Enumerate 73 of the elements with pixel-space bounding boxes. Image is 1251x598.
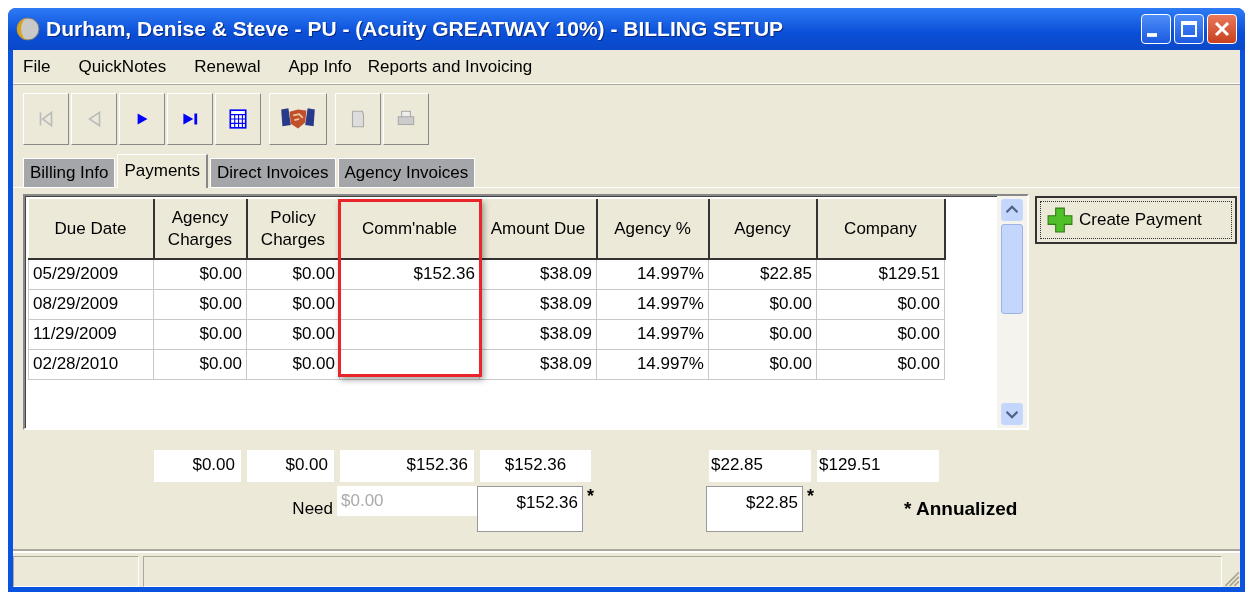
plus-icon [1047,207,1073,233]
resize-grip-icon[interactable] [1222,569,1240,587]
table-cell: 02/28/2010 [28,349,154,379]
asterisk: * [807,486,814,507]
menu-item[interactable]: Reports and Invoicing [357,56,551,77]
table-cell: $38.09 [479,259,597,289]
tab[interactable]: Billing Info [23,158,116,187]
table-cell: $0.00 [816,349,945,379]
minimize-icon [1147,33,1157,37]
table-cell: 14.997% [596,319,709,349]
scroll-up-icon[interactable] [1000,198,1024,222]
last-button[interactable] [167,93,213,145]
table-cell: 14.997% [596,289,709,319]
total-value: $152.36 [340,450,474,482]
table-cell: $38.09 [479,349,597,379]
table-cell: $0.00 [153,289,247,319]
table-cell: $0.00 [816,319,945,349]
next-button[interactable] [119,93,165,145]
column-header[interactable]: Company [816,199,945,259]
table-cell: $0.00 [816,289,945,319]
table-cell: $38.09 [479,289,597,319]
table-cell: 11/29/2009 [28,319,154,349]
total-value: $22.85 [709,450,811,482]
asterisk: * [587,486,594,507]
maximize-icon [1179,19,1199,39]
column-header[interactable]: Policy Charges [246,199,340,259]
annualized-field: $152.36 [477,486,583,532]
table-cell: $129.51 [816,259,945,289]
handshake-button[interactable] [269,93,327,145]
column-header[interactable]: Due Date [28,199,154,259]
scroll-thumb[interactable] [1001,224,1023,314]
table-cell: 14.997% [596,349,709,379]
need-label: Need [291,499,334,519]
table-cell: $0.00 [708,319,817,349]
globe-icon [16,17,40,41]
scrollbar[interactable] [997,196,1027,428]
column-header[interactable]: Agency [708,199,817,259]
total-value: $0.00 [247,450,334,482]
table-cell: $22.85 [708,259,817,289]
need-field: $0.00 [337,486,477,516]
menu-item[interactable]: QuickNotes [68,56,185,77]
table-cell: $0.00 [153,319,247,349]
table-cell: 05/29/2009 [28,259,154,289]
tab[interactable]: Direct Invoices [210,158,336,187]
minimize-button[interactable] [1141,14,1171,44]
column-header[interactable]: Agency Charges [153,199,247,259]
table-cell: $38.09 [479,319,597,349]
scroll-down-icon[interactable] [1000,402,1024,426]
column-header[interactable]: Agency % [596,199,709,259]
menu-item[interactable]: App Info [278,56,358,77]
table-cell: $0.00 [708,289,817,319]
create-payment-button[interactable]: Create Payment [1035,196,1237,244]
tab[interactable]: Payments [117,154,209,188]
maximize-button[interactable] [1174,14,1204,44]
table-cell: 14.997% [596,259,709,289]
window-title: Durham, Denise & Steve - PU - (Acuity GREATWAY 10%) - BILLING SETUP [46,17,785,41]
table-cell: 08/29/2009 [28,289,154,319]
close-button[interactable] [1207,14,1237,44]
annualized-field: $22.85 [706,486,803,532]
menu-item[interactable]: File [13,56,69,77]
menu-item[interactable]: Renewal [184,56,279,77]
calendar-icon [227,108,249,130]
table-cell: $0.00 [708,349,817,379]
tab[interactable]: Agency Invoices [337,158,476,187]
total-value: $129.51 [817,450,939,482]
table-cell: $0.00 [153,349,247,379]
total-value: $152.36 [480,450,591,482]
close-icon [1212,19,1232,39]
table-cell: $0.00 [153,259,247,289]
total-value: $0.00 [154,450,241,482]
column-header[interactable]: Amount Due [479,199,597,259]
annualized-note: * Annualized [903,498,1019,520]
calendar-button[interactable] [215,93,261,145]
